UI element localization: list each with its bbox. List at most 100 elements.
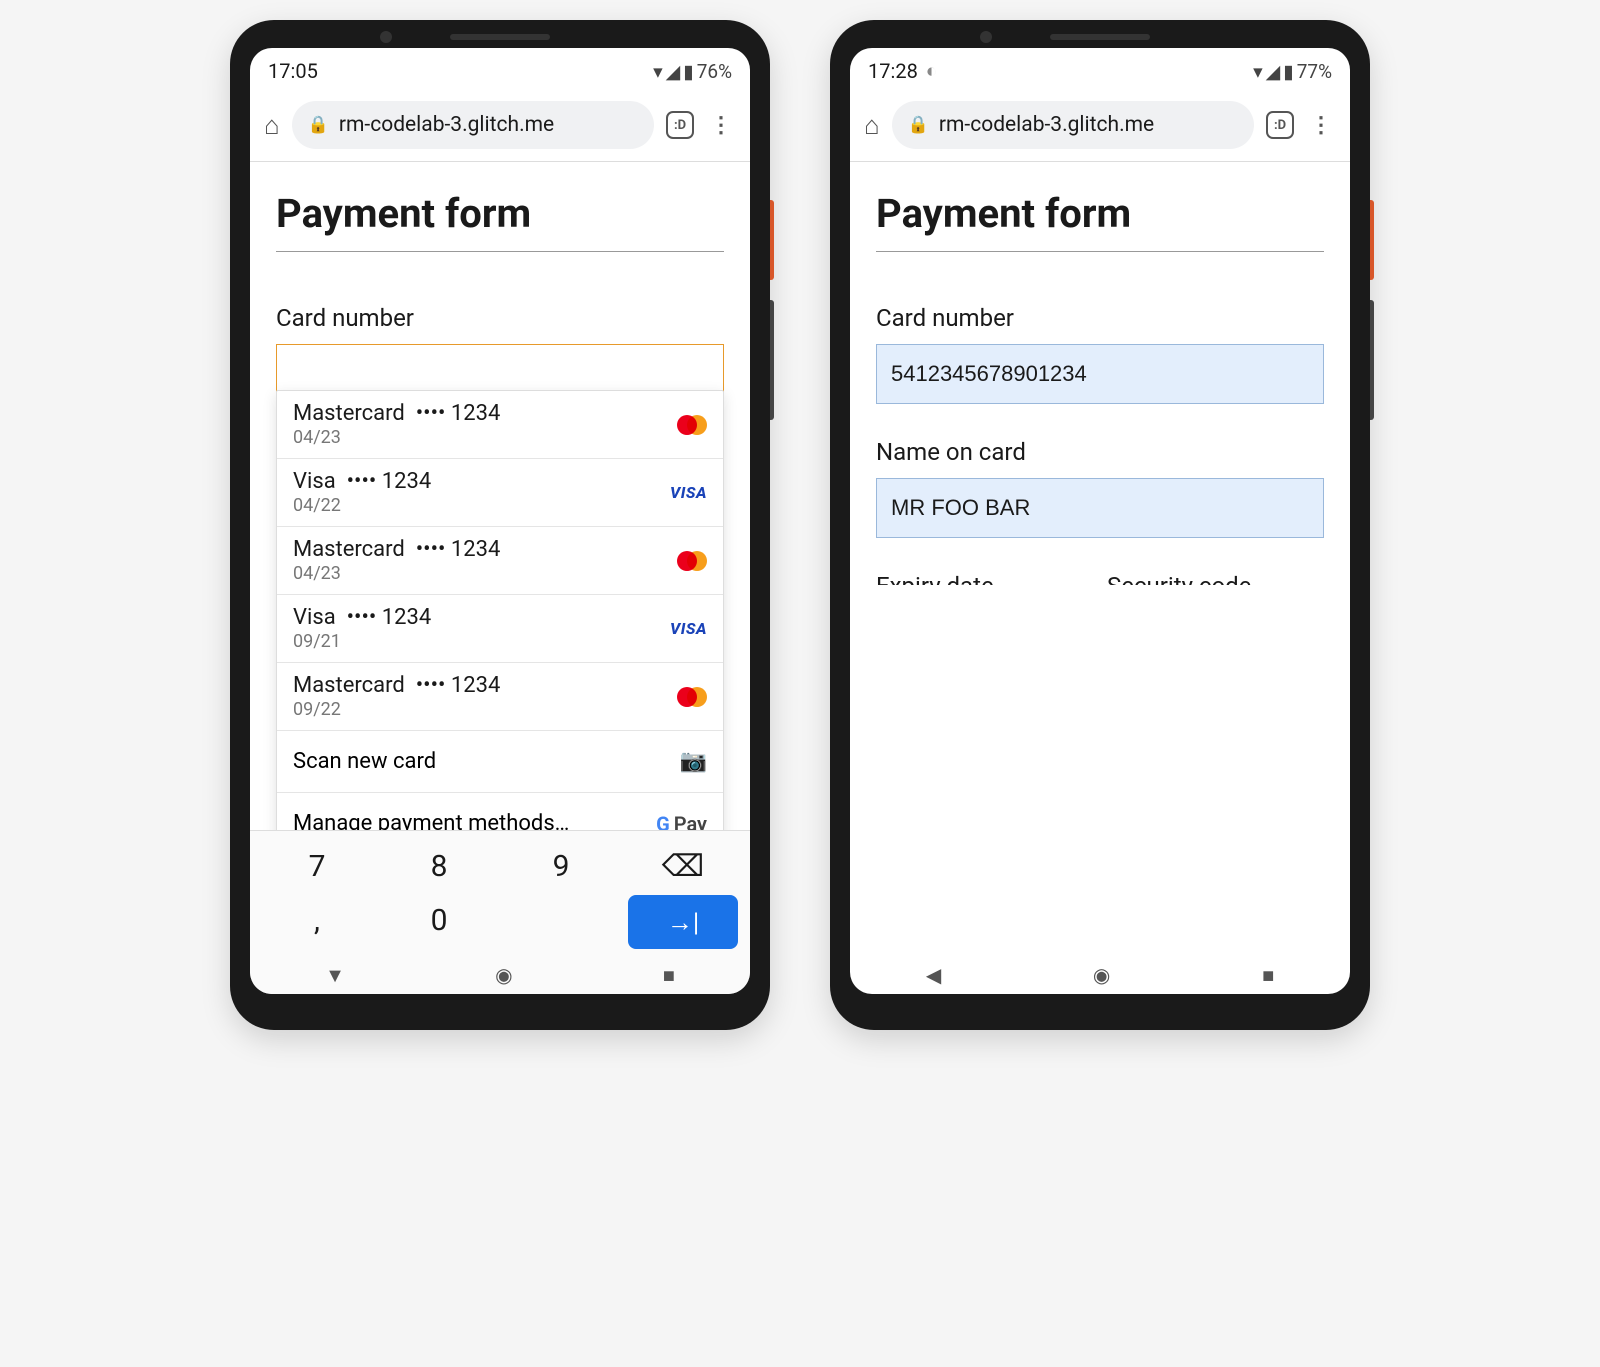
data-saver-icon: ◐ <box>926 59 937 83</box>
nav-home-icon[interactable]: ◉ <box>495 963 512 988</box>
card-number-label: Card number <box>876 304 1324 332</box>
card-brand: Visa <box>293 469 336 494</box>
manage-label: Manage payment methods… <box>293 811 569 830</box>
autofill-card-item[interactable]: Mastercard •••• 1234 04/23 <box>277 391 723 458</box>
key-9[interactable]: 9 <box>500 839 622 893</box>
card-digits: •••• 1234 <box>347 469 432 494</box>
camera-dot <box>980 31 992 43</box>
autofill-card-item[interactable]: Mastercard •••• 1234 09/22 <box>277 662 723 730</box>
manage-payment-methods[interactable]: Manage payment methods… G Pay <box>277 792 723 830</box>
cvc-label: Security code <box>1107 572 1324 585</box>
key-0[interactable]: 0 <box>378 893 500 947</box>
card-exp: 09/22 <box>293 699 500 720</box>
status-time: 17:28 <box>868 59 918 83</box>
speaker-slot <box>450 34 550 40</box>
page-content: Payment form Card number Name on card Ex… <box>850 162 1350 585</box>
home-icon[interactable]: ⌂ <box>264 110 280 141</box>
key-period[interactable] <box>500 893 622 947</box>
visa-icon: VISA <box>670 483 707 502</box>
tabs-count: :D <box>1274 118 1286 133</box>
card-exp: 04/23 <box>293 563 500 584</box>
numeric-keypad: 7 8 9 ⌫ , 0 →| <box>250 830 750 951</box>
lock-icon: 🔒 <box>908 115 929 135</box>
autofill-card-item[interactable]: Visa •••• 1234 09/21 VISA <box>277 594 723 662</box>
battery-icon: ▮ <box>683 60 693 83</box>
signal-icon: ◢ <box>1266 60 1281 83</box>
screen-right: 17:28 ◐ ▾ ◢ ▮ 77% ⌂ 🔒 rm-codelab-3.glitc… <box>850 48 1350 994</box>
power-button <box>770 200 774 280</box>
key-backspace[interactable]: ⌫ <box>622 839 744 893</box>
nav-recent-icon[interactable]: ■ <box>663 963 675 988</box>
card-exp: 04/23 <box>293 427 500 448</box>
key-8[interactable]: 8 <box>378 839 500 893</box>
tabs-button[interactable]: :D <box>1266 111 1294 139</box>
screen-left: 17:05 ▾ ◢ ▮ 76% ⌂ 🔒 rm-codelab-3.glitch.… <box>250 48 750 994</box>
card-number-input[interactable] <box>876 344 1324 404</box>
page-content: Payment form Card number Mastercard ••••… <box>250 162 750 830</box>
battery-pct: 76% <box>697 60 732 83</box>
nav-recent-icon[interactable]: ■ <box>1262 963 1274 988</box>
more-menu-icon[interactable]: ⋮ <box>706 113 736 138</box>
lock-icon: 🔒 <box>308 115 329 135</box>
address-bar[interactable]: 🔒 rm-codelab-3.glitch.me <box>892 101 1254 149</box>
gpay-icon: G Pay <box>656 812 707 831</box>
url-text: rm-codelab-3.glitch.me <box>339 113 554 137</box>
card-brand: Visa <box>293 605 336 630</box>
system-nav: ▼ ◉ ■ <box>250 951 750 994</box>
autofill-card-item[interactable]: Mastercard •••• 1234 04/23 <box>277 526 723 594</box>
browser-toolbar: ⌂ 🔒 rm-codelab-3.glitch.me :D ⋮ <box>250 93 750 162</box>
card-number-label: Card number <box>276 304 724 332</box>
more-menu-icon[interactable]: ⋮ <box>1306 113 1336 138</box>
expiry-label: Expiry date <box>876 572 1093 585</box>
key-go[interactable]: →| <box>628 895 738 949</box>
card-exp: 09/21 <box>293 631 431 652</box>
status-bar: 17:05 ▾ ◢ ▮ 76% <box>250 48 750 93</box>
battery-pct: 77% <box>1297 60 1332 83</box>
card-exp: 04/22 <box>293 495 431 516</box>
key-7[interactable]: 7 <box>256 839 378 893</box>
system-nav: ◀ ◉ ■ <box>850 951 1350 994</box>
card-digits: •••• 1234 <box>416 537 501 562</box>
status-bar: 17:28 ◐ ▾ ◢ ▮ 77% <box>850 48 1350 93</box>
nav-back-icon[interactable]: ◀ <box>926 963 941 988</box>
wifi-icon: ▾ <box>1253 60 1263 83</box>
mastercard-icon <box>677 551 707 571</box>
tabs-count: :D <box>674 118 686 133</box>
camera-dot <box>380 31 392 43</box>
autofill-dropdown: Mastercard •••• 1234 04/23 Visa •••• 123… <box>276 390 724 830</box>
card-brand: Mastercard <box>293 401 405 426</box>
nav-back-icon[interactable]: ▼ <box>325 963 345 988</box>
card-digits: •••• 1234 <box>347 605 432 630</box>
volume-button <box>770 300 774 420</box>
status-time: 17:05 <box>268 59 318 83</box>
tabs-button[interactable]: :D <box>666 111 694 139</box>
home-icon[interactable]: ⌂ <box>864 110 880 141</box>
mastercard-icon <box>677 415 707 435</box>
card-digits: •••• 1234 <box>416 401 501 426</box>
wifi-icon: ▾ <box>653 60 663 83</box>
mastercard-icon <box>677 687 707 707</box>
card-brand: Mastercard <box>293 537 405 562</box>
gpay-text: Pay <box>674 812 707 831</box>
phone-right: 17:28 ◐ ▾ ◢ ▮ 77% ⌂ 🔒 rm-codelab-3.glitc… <box>830 20 1370 1030</box>
power-button <box>1370 200 1374 280</box>
phone-left: 17:05 ▾ ◢ ▮ 76% ⌂ 🔒 rm-codelab-3.glitch.… <box>230 20 770 1030</box>
page-title: Payment form <box>276 190 724 252</box>
name-on-card-label: Name on card <box>876 438 1324 466</box>
signal-icon: ◢ <box>666 60 681 83</box>
scan-new-card[interactable]: Scan new card 📷 <box>277 730 723 792</box>
url-text: rm-codelab-3.glitch.me <box>939 113 1154 137</box>
name-on-card-input[interactable] <box>876 478 1324 538</box>
page-title: Payment form <box>876 190 1324 252</box>
volume-button <box>1370 300 1374 420</box>
key-comma[interactable]: , <box>256 893 378 947</box>
camera-icon: 📷 <box>680 749 707 774</box>
scan-label: Scan new card <box>293 749 436 774</box>
battery-icon: ▮ <box>1283 60 1293 83</box>
nav-home-icon[interactable]: ◉ <box>1093 963 1110 988</box>
speaker-slot <box>1050 34 1150 40</box>
autofill-card-item[interactable]: Visa •••• 1234 04/22 VISA <box>277 458 723 526</box>
address-bar[interactable]: 🔒 rm-codelab-3.glitch.me <box>292 101 654 149</box>
visa-icon: VISA <box>670 619 707 638</box>
card-digits: •••• 1234 <box>416 673 501 698</box>
